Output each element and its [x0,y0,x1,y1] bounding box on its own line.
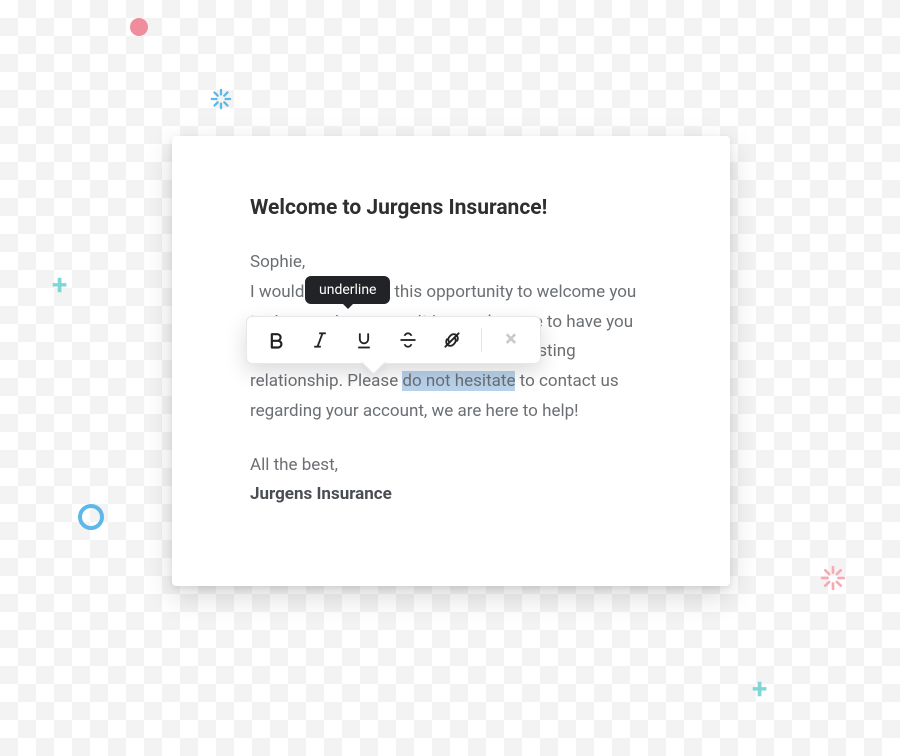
toolbar-divider [481,328,482,352]
italic-icon [310,330,330,350]
bold-button[interactable] [255,323,297,357]
format-toolbar-container: underline [246,316,541,364]
format-toolbar: × [246,316,541,364]
greeting-line: Sophie, [250,252,305,272]
decoration-plus-2: + [752,672,767,705]
signature-line: Jurgens Insurance [250,484,392,504]
decoration-plus: + [52,268,67,301]
close-toolbar-button[interactable]: × [490,323,532,357]
italic-button[interactable] [299,323,341,357]
decoration-burst-pink [820,565,846,591]
bold-icon [266,330,286,350]
unlink-icon [442,330,462,350]
decoration-burst [210,88,232,110]
selected-text[interactable]: do not hesitate [402,371,515,391]
decoration-ring [78,504,104,530]
underline-icon [354,330,374,350]
strikethrough-button[interactable] [387,323,429,357]
underline-button[interactable] [343,323,385,357]
close-icon: × [505,329,517,351]
tooltip-underline: underline [305,276,390,304]
strikethrough-icon [398,330,418,350]
decoration-dot [130,18,148,36]
unlink-button[interactable] [431,323,473,357]
document-title: Welcome to Jurgens Insurance! [250,196,652,220]
closing-line: All the best, [250,455,338,475]
